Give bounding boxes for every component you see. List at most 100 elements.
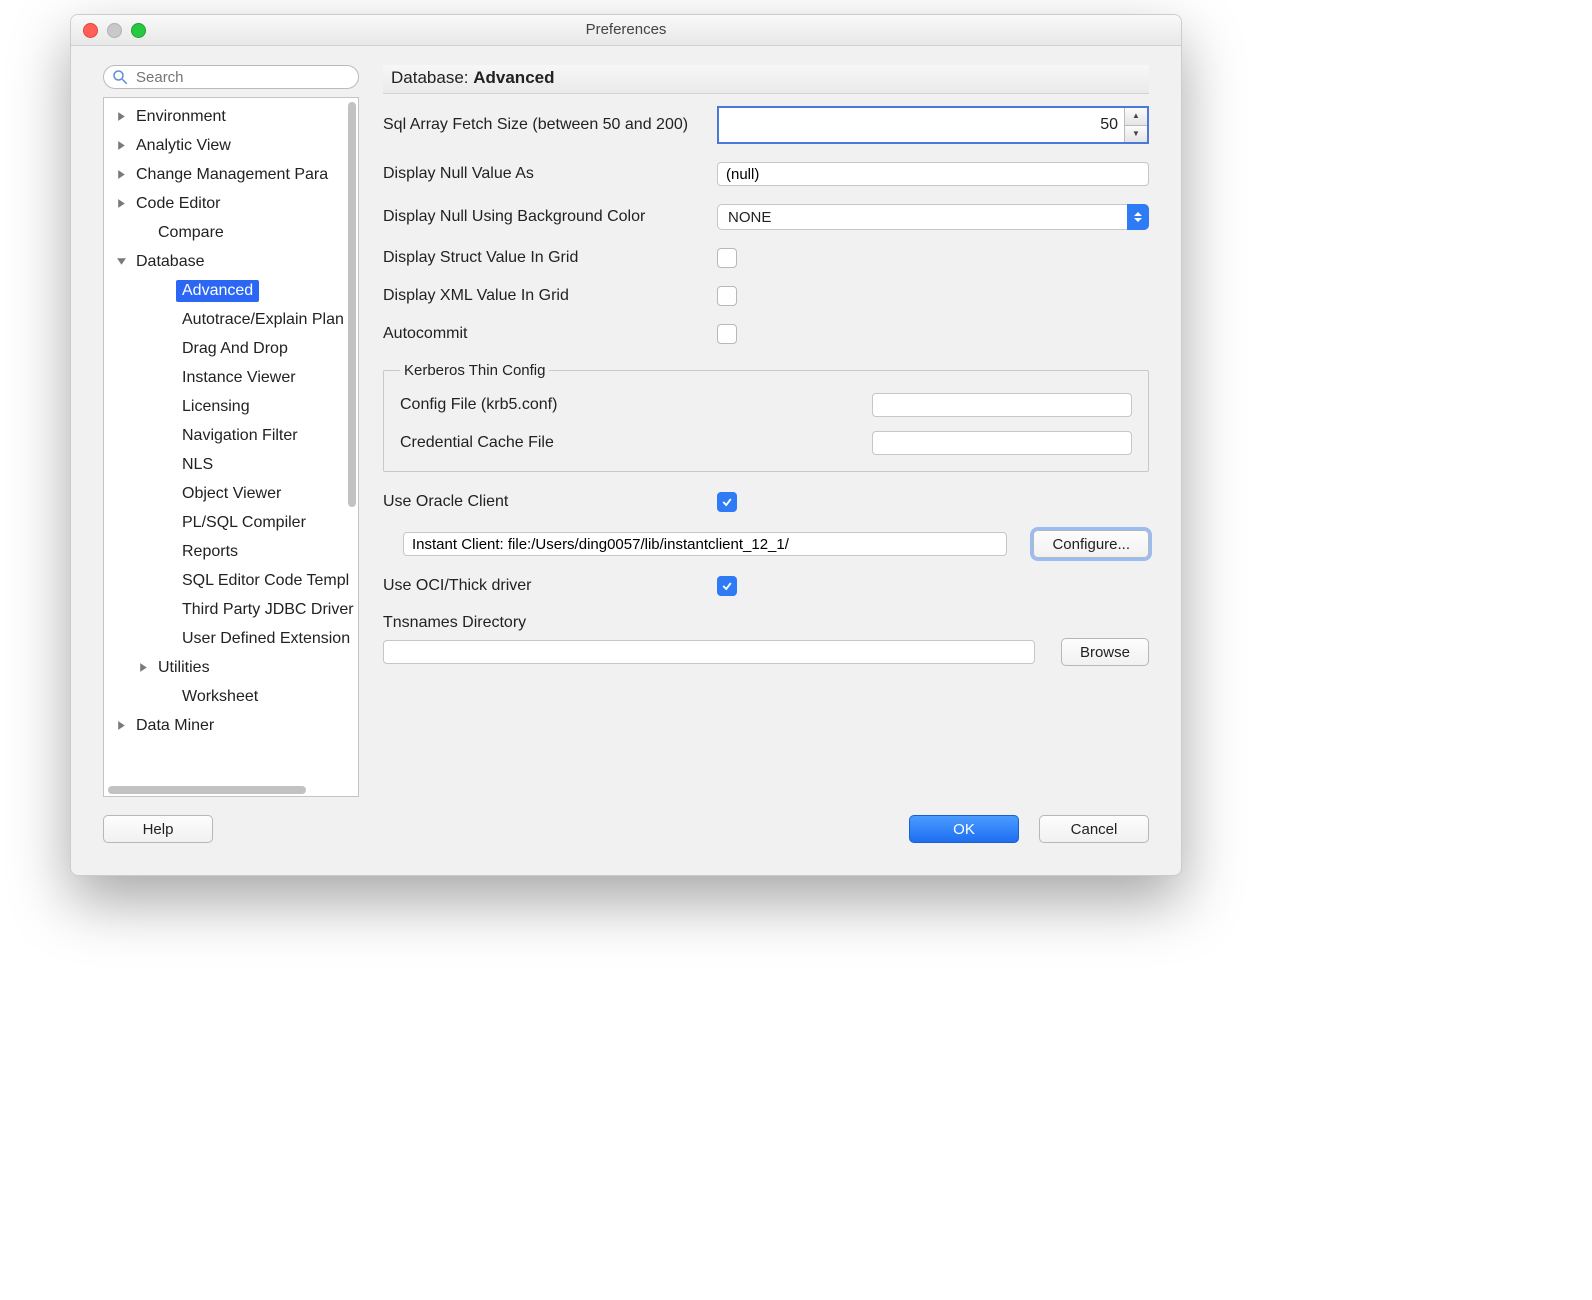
tree-item-label: NLS — [176, 454, 219, 476]
label-kerb-config: Config File (krb5.conf) — [400, 396, 858, 414]
tree-vertical-scrollbar[interactable] — [348, 102, 356, 507]
label-tns-dir: Tnsnames Directory — [383, 614, 526, 632]
label-kerb-cred: Credential Cache File — [400, 434, 858, 452]
tree-item[interactable]: PL/SQL Compiler — [104, 508, 358, 537]
tree-item[interactable]: Database — [104, 247, 358, 276]
tree-item[interactable]: Change Management Para — [104, 160, 358, 189]
input-fetch-size[interactable]: 50 ▲ ▼ — [717, 106, 1149, 144]
sidebar: Environment Analytic View Change Managemen… — [103, 65, 359, 797]
help-button[interactable]: Help — [103, 815, 213, 843]
search-input[interactable] — [103, 65, 359, 89]
checkbox-autocommit[interactable] — [717, 324, 737, 344]
tree-item-label: Compare — [152, 222, 230, 244]
input-null-as[interactable] — [717, 162, 1149, 186]
tree-item[interactable]: Analytic View — [104, 131, 358, 160]
tree-item-label: Navigation Filter — [176, 425, 304, 447]
tree-item[interactable]: NLS — [104, 450, 358, 479]
window-title: Preferences — [71, 15, 1181, 45]
tree-item[interactable]: Autotrace/Explain Plan — [104, 305, 358, 334]
chevron-right-icon[interactable] — [112, 195, 130, 213]
tree-item-label: Environment — [130, 106, 232, 128]
label-use-oci: Use OCI/Thick driver — [383, 577, 703, 595]
select-null-bg[interactable]: NONE — [717, 204, 1149, 230]
titlebar: Preferences — [71, 15, 1181, 46]
chevron-right-icon[interactable] — [112, 108, 130, 126]
input-kerb-config[interactable] — [872, 393, 1132, 417]
tree-item-label: Utilities — [152, 657, 216, 679]
tree-item[interactable]: Third Party JDBC Driver — [104, 595, 358, 624]
select-null-bg-value: NONE — [717, 204, 1149, 230]
tree-item-label: SQL Editor Code Templ — [176, 570, 355, 592]
tree-item[interactable]: Data Miner — [104, 711, 358, 740]
tree-item-label: Change Management Para — [130, 164, 334, 186]
header-prefix: Database: — [391, 68, 473, 87]
tree-item-label: Licensing — [176, 396, 256, 418]
ok-button[interactable]: OK — [909, 815, 1019, 843]
footer: Help OK Cancel — [71, 797, 1181, 875]
window-controls — [83, 23, 146, 38]
tree-item[interactable]: Code Editor — [104, 189, 358, 218]
tree-item-label: PL/SQL Compiler — [176, 512, 312, 534]
close-icon[interactable] — [83, 23, 98, 38]
checkbox-struct[interactable] — [717, 248, 737, 268]
tree-item[interactable]: Object Viewer — [104, 479, 358, 508]
tree-item-label: Code Editor — [130, 193, 227, 215]
label-struct: Display Struct Value In Grid — [383, 249, 703, 267]
input-instant-client[interactable] — [403, 532, 1007, 556]
tree-item[interactable]: Utilities — [104, 653, 358, 682]
cancel-button[interactable]: Cancel — [1039, 815, 1149, 843]
content-header: Database: Advanced — [383, 65, 1149, 94]
tree-item-label: User Defined Extension — [176, 628, 356, 650]
tree-item[interactable]: Advanced — [104, 276, 358, 305]
chevron-right-icon[interactable] — [112, 137, 130, 155]
checkbox-xml[interactable] — [717, 286, 737, 306]
label-null-bg: Display Null Using Background Color — [383, 208, 703, 226]
tree-item-label: Drag And Drop — [176, 338, 294, 360]
label-autocommit: Autocommit — [383, 325, 703, 343]
kerberos-legend: Kerberos Thin Config — [400, 362, 549, 379]
fetch-size-down[interactable]: ▼ — [1125, 126, 1147, 143]
tree-item-label: Reports — [176, 541, 244, 563]
tree-item[interactable]: Navigation Filter — [104, 421, 358, 450]
tree-item-label: Advanced — [176, 280, 259, 302]
tree-item-label: Third Party JDBC Driver — [176, 599, 358, 621]
tree-item[interactable]: User Defined Extension — [104, 624, 358, 653]
configure-button[interactable]: Configure... — [1033, 530, 1149, 558]
tree-item-label: Worksheet — [176, 686, 264, 708]
fetch-size-up[interactable]: ▲ — [1125, 108, 1147, 126]
tree-item[interactable]: Instance Viewer — [104, 363, 358, 392]
chevron-updown-icon — [1127, 204, 1149, 230]
label-null-as: Display Null Value As — [383, 165, 703, 183]
kerberos-fieldset: Kerberos Thin Config Config File (krb5.c… — [383, 362, 1149, 472]
tree-item-label: Analytic View — [130, 135, 237, 157]
tree-item[interactable]: Licensing — [104, 392, 358, 421]
minimize-icon[interactable] — [107, 23, 122, 38]
maximize-icon[interactable] — [131, 23, 146, 38]
tree-item[interactable]: SQL Editor Code Templ — [104, 566, 358, 595]
tree-item-label: Instance Viewer — [176, 367, 302, 389]
checkbox-use-oci[interactable] — [717, 576, 737, 596]
tree-item-label: Object Viewer — [176, 483, 287, 505]
input-kerb-cred[interactable] — [872, 431, 1132, 455]
label-use-oracle: Use Oracle Client — [383, 493, 703, 511]
tree-horizontal-scrollbar[interactable] — [108, 786, 306, 794]
chevron-down-icon[interactable] — [112, 253, 130, 271]
tree-item[interactable]: Compare — [104, 218, 358, 247]
tree-item[interactable]: Worksheet — [104, 682, 358, 711]
category-tree: Environment Analytic View Change Managemen… — [103, 97, 359, 797]
label-fetch-size: Sql Array Fetch Size (between 50 and 200… — [383, 116, 703, 134]
chevron-right-icon[interactable] — [112, 717, 130, 735]
header-bold: Advanced — [473, 68, 554, 87]
tree-item[interactable]: Drag And Drop — [104, 334, 358, 363]
input-tns-dir[interactable] — [383, 640, 1035, 664]
fetch-size-value: 50 — [719, 108, 1124, 142]
tree-item[interactable]: Reports — [104, 537, 358, 566]
preferences-window: Preferences Environment Analytic View Chan… — [70, 14, 1182, 876]
checkbox-use-oracle[interactable] — [717, 492, 737, 512]
content-pane: Database: Advanced Sql Array Fetch Size … — [383, 65, 1149, 797]
browse-button[interactable]: Browse — [1061, 638, 1149, 666]
chevron-right-icon[interactable] — [134, 659, 152, 677]
label-xml: Display XML Value In Grid — [383, 287, 703, 305]
chevron-right-icon[interactable] — [112, 166, 130, 184]
tree-item[interactable]: Environment — [104, 102, 358, 131]
